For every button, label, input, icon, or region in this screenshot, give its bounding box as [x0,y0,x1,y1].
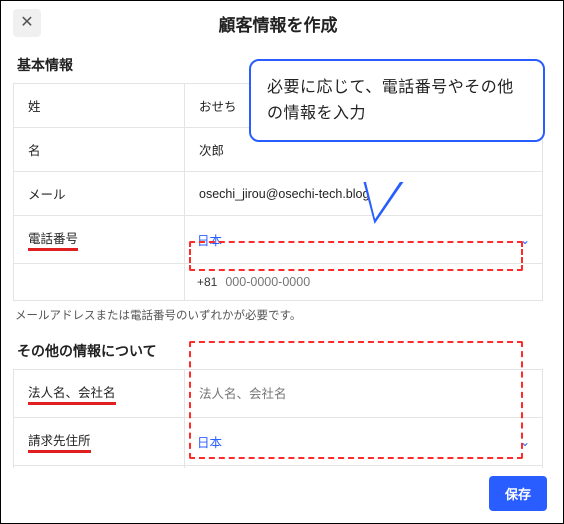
billing-country-text: 日本 [197,432,222,451]
label-last-name: 姓 [14,84,184,127]
value-company [184,370,542,417]
required-note: メールアドレスまたは電話番号のいずれかが必要です。 [15,307,543,323]
annotation-text: 必要に応じて、電話番号やその他の情報を入力 [249,59,545,142]
section-title-other: その他の情報について [17,341,543,361]
footer-actions: 保存 [13,468,551,511]
value-phone-number: +81 [184,264,542,300]
row-company: 法人名、会社名 [14,370,542,418]
window-frame: ✕ 顧客情報を作成 基本情報 姓 名 [0,0,564,524]
row-billing-country: 請求先住所 日本 ⌄ [14,418,542,466]
chevron-down-icon: ⌄ [520,233,530,247]
label-first-name: 名 [14,128,184,171]
save-button[interactable]: 保存 [489,476,547,511]
row-phone-country: 電話番号 日本 ⌄ [14,216,542,264]
label-phone: 電話番号 [14,216,184,263]
label-phone-empty [14,264,184,300]
row-postal [14,466,542,468]
input-first-name[interactable] [197,142,530,158]
label-company: 法人名、会社名 [14,370,184,417]
chevron-down-icon: ⌄ [520,435,530,449]
modal-title: 顧客情報を作成 [41,11,543,36]
other-info-table: 法人名、会社名 請求先住所 日本 ⌄ [13,369,543,468]
input-phone-number[interactable] [223,274,530,290]
annotation-speech-bubble: 必要に応じて、電話番号やその他の情報を入力 [249,59,545,142]
label-email: メール [14,172,184,215]
select-phone-country[interactable]: 日本 ⌄ [197,230,530,249]
value-billing-country: 日本 ⌄ [184,418,542,465]
phone-country-text: 日本 [197,230,222,249]
value-postal [184,466,542,468]
phone-prefix: +81 [197,275,217,289]
select-billing-country[interactable]: 日本 ⌄ [197,432,530,451]
close-icon: ✕ [20,15,33,31]
row-email: メール [14,172,542,216]
close-button[interactable]: ✕ [13,9,41,37]
row-phone-number: +81 [14,264,542,300]
label-postal-empty [14,466,184,468]
input-company[interactable] [197,386,530,402]
label-billing: 請求先住所 [14,418,184,465]
modal-header: ✕ 顧客情報を作成 [13,9,543,37]
